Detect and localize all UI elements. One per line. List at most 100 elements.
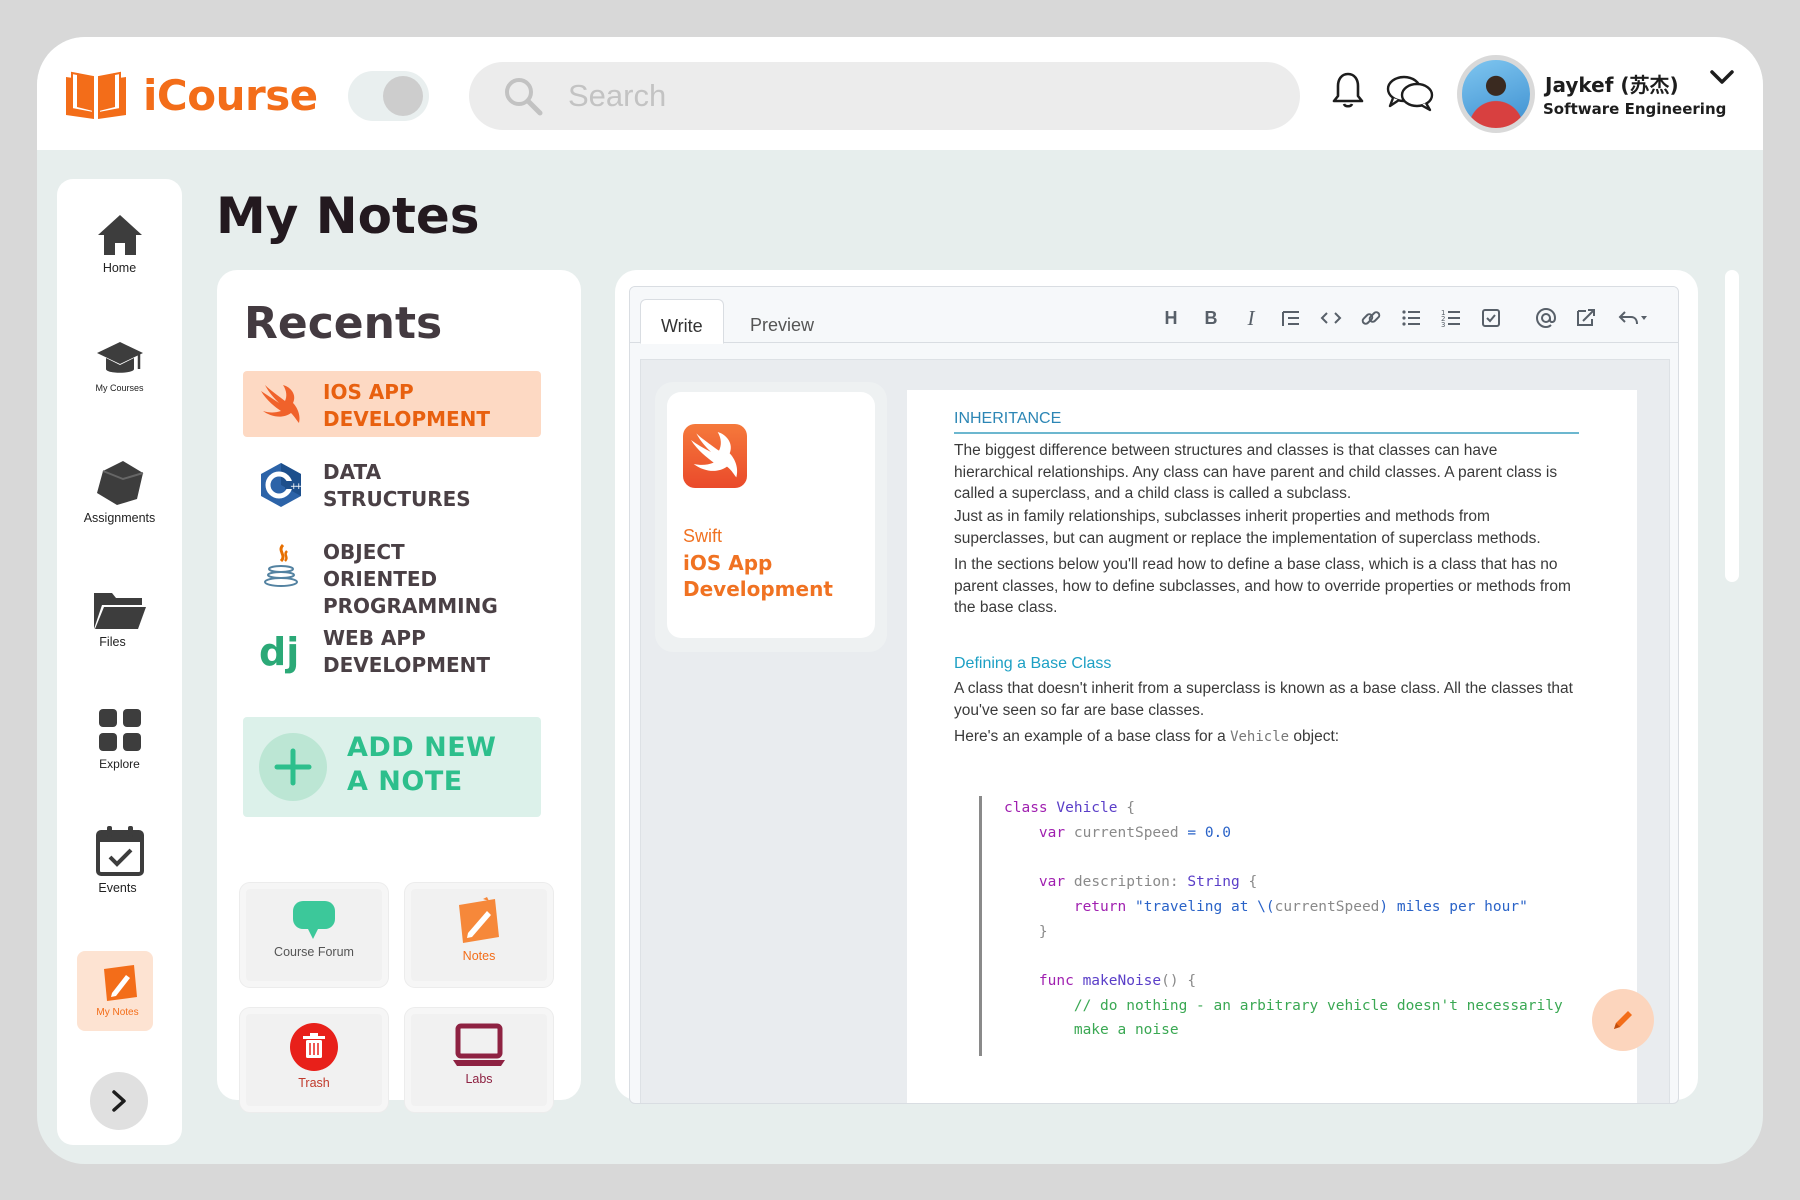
sidebar-label-assignments: Assignments <box>83 511 156 525</box>
sidebar: Home My Courses Assignments Files Explor… <box>57 179 182 1145</box>
search-bar <box>469 62 1300 130</box>
sidebar-item-events[interactable]: Events <box>57 825 182 895</box>
chevron-down-icon[interactable] <box>1709 67 1735 87</box>
note-document[interactable]: INHERITANCE The biggest difference betwe… <box>907 390 1637 1103</box>
editor-panel: Write Preview H B I 1 2 3 Swift iOS App … <box>615 270 1698 1104</box>
tile-course-forum[interactable]: Course Forum <box>240 883 388 987</box>
code-token: var <box>1038 824 1066 841</box>
recent-item-web-app[interactable]: dj Web App Development <box>243 617 541 683</box>
numbered-list-icon[interactable]: 1 2 3 <box>1440 307 1462 329</box>
brand-logo[interactable]: iCourse <box>63 69 318 121</box>
code-token: makeNoise <box>1082 972 1162 989</box>
sidebar-label-explore: Explore <box>99 757 140 771</box>
doc-heading: INHERITANCE <box>954 410 1579 434</box>
italic-icon[interactable]: I <box>1240 307 1262 329</box>
code-token: description <box>1073 874 1170 891</box>
sidebar-item-assignments[interactable]: Assignments <box>57 459 182 525</box>
code-token: currentSpeed <box>1073 824 1179 841</box>
code-token: currentSpeed <box>1274 898 1380 915</box>
editor-tabbar: Write Preview H B I 1 2 3 <box>630 287 1678 344</box>
home-icon <box>97 215 142 255</box>
doc-paragraph: A class that doesn't inherit from a supe… <box>954 680 1573 719</box>
edit-note-button[interactable] <box>1592 989 1654 1051</box>
django-icon: dj <box>259 630 299 674</box>
sidebar-item-explore[interactable]: Explore <box>57 707 182 771</box>
link-icon[interactable] <box>1360 307 1382 329</box>
inline-code: Vehicle <box>1230 729 1290 745</box>
calendar-icon <box>95 826 144 876</box>
add-icon-circle <box>259 733 327 801</box>
recent-item-ios[interactable]: iOS App Development <box>243 371 541 437</box>
code-token: 0.0 <box>1204 824 1232 841</box>
page-scrollbar[interactable] <box>1725 270 1739 582</box>
toggle-knob <box>383 76 423 116</box>
plus-icon <box>274 748 312 786</box>
add-note-label: Add New A Note <box>347 732 497 797</box>
theme-toggle[interactable] <box>348 71 429 121</box>
code-comment: make a noise <box>1073 1022 1179 1039</box>
sidebar-item-my-courses[interactable]: My Courses <box>57 339 182 393</box>
code-token: String <box>1187 874 1240 891</box>
bell-icon[interactable] <box>1331 71 1365 109</box>
code-comment: // do nothing - an arbitrary vehicle doe… <box>1073 997 1563 1014</box>
java-icon <box>264 543 298 587</box>
quote-icon[interactable] <box>1280 307 1302 329</box>
avatar[interactable] <box>1457 55 1535 133</box>
page-title: My Notes <box>216 187 480 245</box>
add-note-button[interactable]: Add New A Note <box>243 717 541 817</box>
recent-label-oop: Object Oriented Programming <box>323 540 498 618</box>
mention-icon[interactable] <box>1535 307 1557 329</box>
expand-sidebar-button[interactable] <box>90 1072 148 1130</box>
doc-paragraph: In the sections below you'll read how to… <box>954 556 1571 616</box>
tile-label-notes: Notes <box>462 949 496 963</box>
task-list-icon[interactable] <box>1480 307 1502 329</box>
recents-title: Recents <box>244 298 443 349</box>
tile-notes[interactable]: Notes <box>405 883 553 987</box>
app-window: iCourse Jaykef (苏杰) Software Engineering <box>37 37 1763 1164</box>
sidebar-label-my-notes: My Notes <box>96 1007 139 1018</box>
book-logo-icon <box>66 71 126 119</box>
recent-item-oop[interactable]: Object Oriented Programming <box>243 531 541 618</box>
tile-labs[interactable]: Labs <box>405 1008 553 1112</box>
code-token: return <box>1073 898 1127 915</box>
top-bar: iCourse Jaykef (苏杰) Software Engineering <box>37 37 1763 150</box>
course-card-container: Swift iOS App Development <box>655 382 887 652</box>
search-input[interactable] <box>568 74 1268 118</box>
recent-item-data-structures[interactable]: + + Data Structures <box>243 451 541 517</box>
code-token: var <box>1038 874 1066 891</box>
sidebar-item-home[interactable]: Home <box>57 213 182 275</box>
reference-icon[interactable] <box>1575 307 1597 329</box>
code-block: class Vehicle { var currentSpeed = 0.0 v… <box>979 796 1579 1056</box>
heading-icon[interactable]: H <box>1160 307 1182 329</box>
tile-trash[interactable]: Trash <box>240 1008 388 1112</box>
sidebar-label-home: Home <box>102 261 137 275</box>
swift-logo <box>683 424 747 488</box>
tab-preview[interactable]: Preview <box>730 299 834 344</box>
svg-text:+: + <box>295 482 303 492</box>
tile-label-labs: Labs <box>465 1072 493 1086</box>
sidebar-label-my-courses: My Courses <box>95 383 144 393</box>
chat-icon[interactable] <box>1385 73 1435 113</box>
bulleted-list-icon[interactable] <box>1400 307 1422 329</box>
recent-label-ios: iOS App Development <box>323 380 491 431</box>
trash-icon <box>290 1023 338 1071</box>
undo-icon[interactable] <box>1615 307 1649 329</box>
recent-label-web-app: Web App Development <box>323 626 491 677</box>
bold-icon[interactable]: B <box>1200 307 1222 329</box>
notes-icon <box>459 897 499 943</box>
doc-paragraph: Just as in family relationships, subclas… <box>954 508 1541 547</box>
editor-body[interactable]: Swift iOS App Development INHERITANCE Th… <box>640 359 1670 1103</box>
sidebar-item-files[interactable]: Files <box>57 589 182 649</box>
tab-write[interactable]: Write <box>640 299 724 344</box>
graduation-cap-icon <box>96 342 143 373</box>
laptop-icon <box>453 1023 505 1066</box>
course-name: iOS App Development <box>683 551 833 601</box>
code-token: func <box>1038 972 1074 989</box>
code-icon[interactable] <box>1320 307 1342 329</box>
sidebar-item-my-notes[interactable]: My Notes <box>57 963 182 1018</box>
course-card[interactable]: Swift iOS App Development <box>667 392 875 638</box>
code-token: "traveling at \( <box>1134 898 1275 915</box>
pencil-icon <box>1614 1011 1632 1029</box>
folder-icon <box>93 593 146 629</box>
course-tag: Swift <box>683 526 723 546</box>
